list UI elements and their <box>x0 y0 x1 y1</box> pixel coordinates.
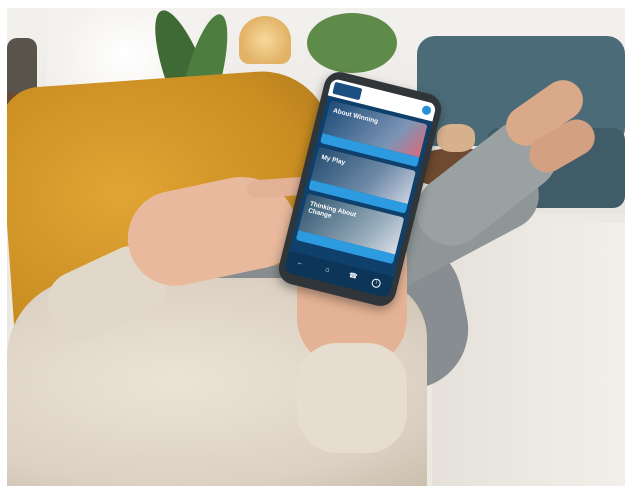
back-icon[interactable]: ← <box>295 259 305 269</box>
phone-icon[interactable]: ☎ <box>348 272 358 282</box>
photo: About Winning My Play Thinking About Cha… <box>7 8 625 486</box>
statue <box>7 38 37 93</box>
decor-bowl <box>437 124 475 152</box>
menu-icon[interactable] <box>421 104 432 116</box>
lamp <box>239 16 291 64</box>
info-icon[interactable]: i <box>370 277 382 289</box>
plant-leaf <box>307 13 397 73</box>
app-logo[interactable] <box>332 81 363 101</box>
sweater-sleeve <box>297 343 407 453</box>
home-icon[interactable]: ⌂ <box>322 266 332 276</box>
